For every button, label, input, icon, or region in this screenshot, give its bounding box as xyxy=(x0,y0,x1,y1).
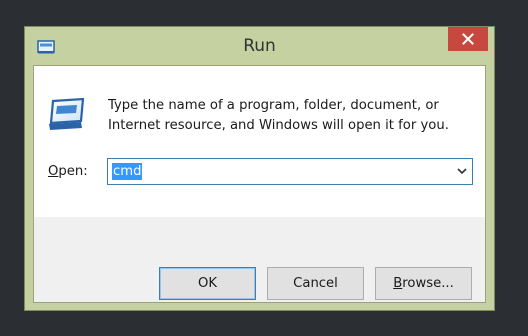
run-dialog-window: Run Type the name of a program, folder, … xyxy=(24,26,495,311)
open-label: Open: xyxy=(48,164,88,179)
run-icon xyxy=(49,97,85,130)
desktop-background: Run Type the name of a program, folder, … xyxy=(0,0,528,336)
dialog-body: Type the name of a program, folder, docu… xyxy=(33,65,486,303)
title-bar[interactable]: Run xyxy=(25,27,494,65)
dialog-description: Type the name of a program, folder, docu… xyxy=(108,98,449,133)
window-title: Run xyxy=(243,36,276,56)
open-input-value[interactable]: cmd xyxy=(112,163,143,180)
browse-button[interactable]: Browse... xyxy=(375,267,472,300)
close-icon xyxy=(462,33,474,45)
dialog-content-area: Type the name of a program, folder, docu… xyxy=(34,66,485,217)
browse-accelerator: B xyxy=(393,276,403,291)
ok-button[interactable]: OK xyxy=(159,267,256,300)
close-button[interactable] xyxy=(448,27,488,51)
open-label-text: pen: xyxy=(58,164,88,179)
browse-label: rowse... xyxy=(402,276,454,291)
chevron-down-icon[interactable] xyxy=(455,164,469,178)
open-label-accelerator: O xyxy=(48,164,59,179)
open-combobox[interactable]: cmd xyxy=(107,158,473,185)
cancel-button[interactable]: Cancel xyxy=(267,267,364,300)
